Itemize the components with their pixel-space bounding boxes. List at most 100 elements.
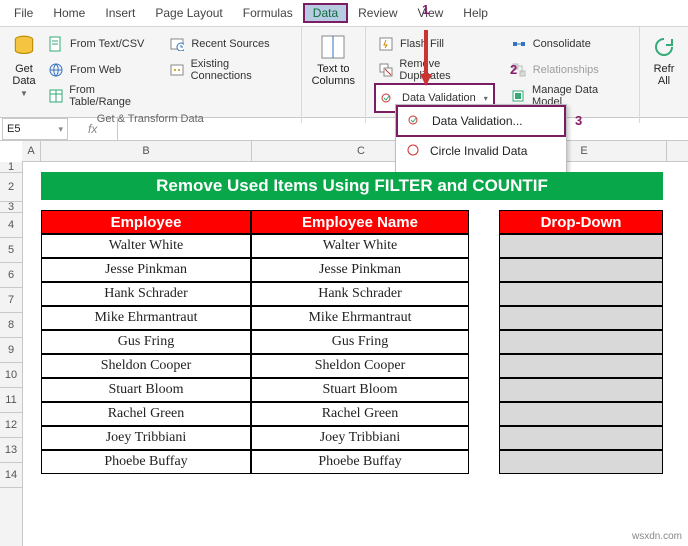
- consolidate-button[interactable]: Consolidate: [507, 31, 631, 57]
- from-web-button[interactable]: From Web: [44, 57, 159, 83]
- menu-formulas[interactable]: Formulas: [233, 3, 303, 23]
- annotation-step3: 3: [575, 113, 582, 128]
- row-6[interactable]: 6: [0, 263, 22, 288]
- menu-help[interactable]: Help: [453, 3, 498, 23]
- row-12[interactable]: 12: [0, 413, 22, 438]
- row-9[interactable]: 9: [0, 338, 22, 363]
- row-8[interactable]: 8: [0, 313, 22, 338]
- cell-dropdown-12[interactable]: [499, 402, 663, 426]
- row-2[interactable]: 2: [0, 173, 22, 202]
- circle-invalid-icon: [406, 143, 422, 159]
- data-validation-icon: [408, 113, 424, 129]
- column-headers: A B C D E: [22, 141, 688, 162]
- menu-insert[interactable]: Insert: [95, 3, 145, 23]
- cell-employee-11[interactable]: Stuart Bloom: [41, 378, 251, 402]
- cell-employee-name-6[interactable]: Jesse Pinkman: [251, 258, 469, 282]
- cell-employee-name-10[interactable]: Sheldon Cooper: [251, 354, 469, 378]
- row-13[interactable]: 13: [0, 438, 22, 463]
- cell-employee-name-12[interactable]: Rachel Green: [251, 402, 469, 426]
- title-banner: Remove Used Items Using FILTER and COUNT…: [41, 172, 663, 200]
- cell-employee-6[interactable]: Jesse Pinkman: [41, 258, 251, 282]
- menu-page-layout[interactable]: Page Layout: [145, 3, 232, 23]
- menu-home[interactable]: Home: [43, 3, 95, 23]
- cell-employee-name-8[interactable]: Mike Ehrmantraut: [251, 306, 469, 330]
- row-5[interactable]: 5: [0, 238, 22, 263]
- menu-data[interactable]: Data: [303, 3, 348, 23]
- cell-dropdown-9[interactable]: [499, 330, 663, 354]
- recent-sources-button[interactable]: Recent Sources: [165, 31, 292, 57]
- cell-employee-name-11[interactable]: Stuart Bloom: [251, 378, 469, 402]
- table-icon: [48, 88, 63, 104]
- cell-employee-13[interactable]: Joey Tribbiani: [41, 426, 251, 450]
- row-10[interactable]: 10: [0, 363, 22, 388]
- data-validation-icon: [380, 90, 396, 106]
- cell-employee-name-14[interactable]: Phoebe Buffay: [251, 450, 469, 474]
- cell-employee-10[interactable]: Sheldon Cooper: [41, 354, 251, 378]
- flash-fill-label: Flash Fill: [400, 38, 444, 50]
- dd-data-validation[interactable]: Data Validation...: [396, 105, 566, 137]
- menu-view[interactable]: View: [408, 3, 454, 23]
- dd-circle-invalid[interactable]: Circle Invalid Data: [396, 137, 566, 165]
- cell-dropdown-14[interactable]: [499, 450, 663, 474]
- remove-duplicates-label: Remove Duplicates: [399, 58, 490, 82]
- remove-duplicates-icon: [378, 62, 393, 78]
- ribbon-group-text-to-columns: Text to Columns: [302, 27, 366, 123]
- cell-dropdown-8[interactable]: [499, 306, 663, 330]
- text-file-icon: [48, 36, 64, 52]
- cell-dropdown-5[interactable]: [499, 234, 663, 258]
- cell-dropdown-11[interactable]: [499, 378, 663, 402]
- get-data-button[interactable]: Get Data ▼: [8, 31, 40, 100]
- text-to-columns-button[interactable]: Text to Columns: [310, 31, 357, 89]
- annotation-step2: 2: [510, 62, 517, 77]
- row-1[interactable]: 1: [0, 162, 22, 173]
- globe-icon: [48, 62, 64, 78]
- from-web-label: From Web: [70, 64, 121, 76]
- cells-area[interactable]: Remove Used Items Using FILTER and COUNT…: [23, 162, 663, 546]
- cell-employee-9[interactable]: Gus Fring: [41, 330, 251, 354]
- relationships-label: Relationships: [533, 64, 599, 76]
- from-text-csv-button[interactable]: From Text/CSV: [44, 31, 159, 57]
- cell-employee-name-9[interactable]: Gus Fring: [251, 330, 469, 354]
- row-4[interactable]: 4: [0, 213, 22, 238]
- flash-fill-button[interactable]: Flash Fill: [374, 31, 495, 57]
- cell-employee-12[interactable]: Rachel Green: [41, 402, 251, 426]
- text-to-columns-label: Text to Columns: [312, 63, 355, 87]
- row-headers: 1234567891011121314: [0, 162, 23, 546]
- refresh-all-button[interactable]: Refr All: [648, 31, 680, 89]
- col-A[interactable]: A: [22, 141, 41, 161]
- existing-connections-button[interactable]: Existing Connections: [165, 57, 292, 83]
- cell-dropdown-13[interactable]: [499, 426, 663, 450]
- existing-connections-label: Existing Connections: [191, 58, 289, 82]
- cell-employee-name-7[interactable]: Hank Schrader: [251, 282, 469, 306]
- cell-dropdown-7[interactable]: [499, 282, 663, 306]
- relationships-button: Relationships: [507, 57, 631, 83]
- ribbon-group-label-get-transform: Get & Transform Data: [8, 109, 293, 125]
- annotation-step1: 1: [422, 2, 429, 17]
- row-14[interactable]: 14: [0, 463, 22, 488]
- header-employee[interactable]: Employee: [41, 210, 251, 234]
- menu-review[interactable]: Review: [348, 3, 407, 23]
- menu-bar: File Home Insert Page Layout Formulas Da…: [0, 0, 688, 27]
- row-3[interactable]: 3: [0, 202, 22, 213]
- remove-duplicates-button[interactable]: Remove Duplicates: [374, 57, 495, 83]
- ribbon: Get Data ▼ From Text/CSV From Web From T…: [0, 27, 688, 118]
- row-11[interactable]: 11: [0, 388, 22, 413]
- cell-employee-7[interactable]: Hank Schrader: [41, 282, 251, 306]
- header-employee-name[interactable]: Employee Name: [251, 210, 469, 234]
- col-B[interactable]: B: [41, 141, 252, 161]
- cell-dropdown-6[interactable]: [499, 258, 663, 282]
- watermark: wsxdn.com: [632, 531, 682, 542]
- header-dropdown[interactable]: Drop-Down: [499, 210, 663, 234]
- cell-employee-name-5[interactable]: Walter White: [251, 234, 469, 258]
- cell-employee-name-13[interactable]: Joey Tribbiani: [251, 426, 469, 450]
- refresh-all-label: Refr All: [654, 63, 675, 87]
- from-table-range-button[interactable]: From Table/Range: [44, 83, 159, 109]
- cell-employee-8[interactable]: Mike Ehrmantraut: [41, 306, 251, 330]
- cell-employee-14[interactable]: Phoebe Buffay: [41, 450, 251, 474]
- row-7[interactable]: 7: [0, 288, 22, 313]
- chevron-down-icon: ▾: [484, 94, 488, 103]
- ribbon-group-refresh: Refr All: [640, 27, 688, 123]
- menu-file[interactable]: File: [4, 3, 43, 23]
- cell-employee-5[interactable]: Walter White: [41, 234, 251, 258]
- cell-dropdown-10[interactable]: [499, 354, 663, 378]
